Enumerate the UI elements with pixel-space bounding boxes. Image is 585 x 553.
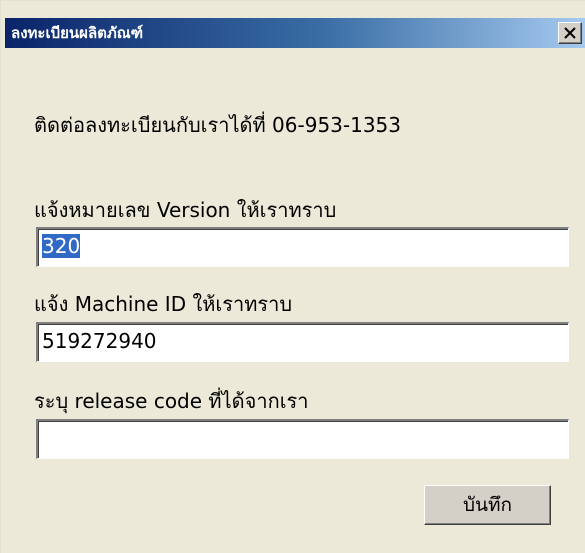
register-dialog: ลงทะเบียนผลิตภัณฑ์ ติดต่อลงทะเบียนกับเรา… xyxy=(0,0,585,553)
contact-text: ติดต่อลงทะเบียนกับเราได้ที่ 06-953-1353 xyxy=(34,113,402,137)
save-button[interactable]: บันทึก xyxy=(424,485,551,525)
machine-id-input-value: 519272940 xyxy=(42,329,157,353)
release-code-input[interactable] xyxy=(36,419,569,459)
close-icon xyxy=(564,27,576,39)
version-input[interactable]: 320 xyxy=(36,227,569,267)
release-code-label: ระบุ release code ที่ได้จากเรา xyxy=(34,389,309,413)
title-bar[interactable]: ลงทะเบียนผลิตภัณฑ์ xyxy=(5,18,585,48)
version-label: แจ้งหมายเลข Version ให้เราทราบ xyxy=(34,198,337,222)
window-title: ลงทะเบียนผลิตภัณฑ์ xyxy=(11,24,144,42)
machine-id-input[interactable]: 519272940 xyxy=(36,322,569,362)
version-input-value: 320 xyxy=(42,234,81,258)
machine-id-label: แจ้ง Machine ID ให้เราทราบ xyxy=(34,292,293,316)
close-button[interactable] xyxy=(558,22,582,44)
